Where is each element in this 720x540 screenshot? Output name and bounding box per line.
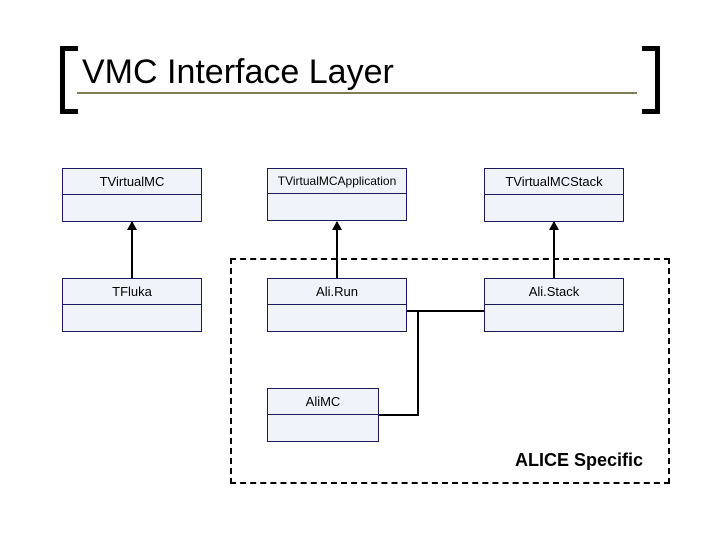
inherit-arrow [131, 222, 133, 278]
class-body [268, 194, 406, 220]
class-name: TVirtualMCStack [485, 169, 623, 195]
class-tvirtualmc: TVirtualMC [62, 168, 202, 222]
class-tfluka: TFluka [62, 278, 202, 332]
class-body [485, 195, 623, 221]
diagram-canvas: TVirtualMC TVirtualMCApplication TVirtua… [0, 0, 720, 540]
class-name: TFluka [63, 279, 201, 305]
class-tvirtualmcstack: TVirtualMCStack [484, 168, 624, 222]
class-body [63, 195, 201, 221]
class-name: TVirtualMC [63, 169, 201, 195]
group-label: ALICE Specific [515, 450, 643, 471]
class-name: TVirtualMCApplication [268, 169, 406, 194]
class-body [63, 305, 201, 331]
class-tvirtualmcapplication: TVirtualMCApplication [267, 168, 407, 221]
